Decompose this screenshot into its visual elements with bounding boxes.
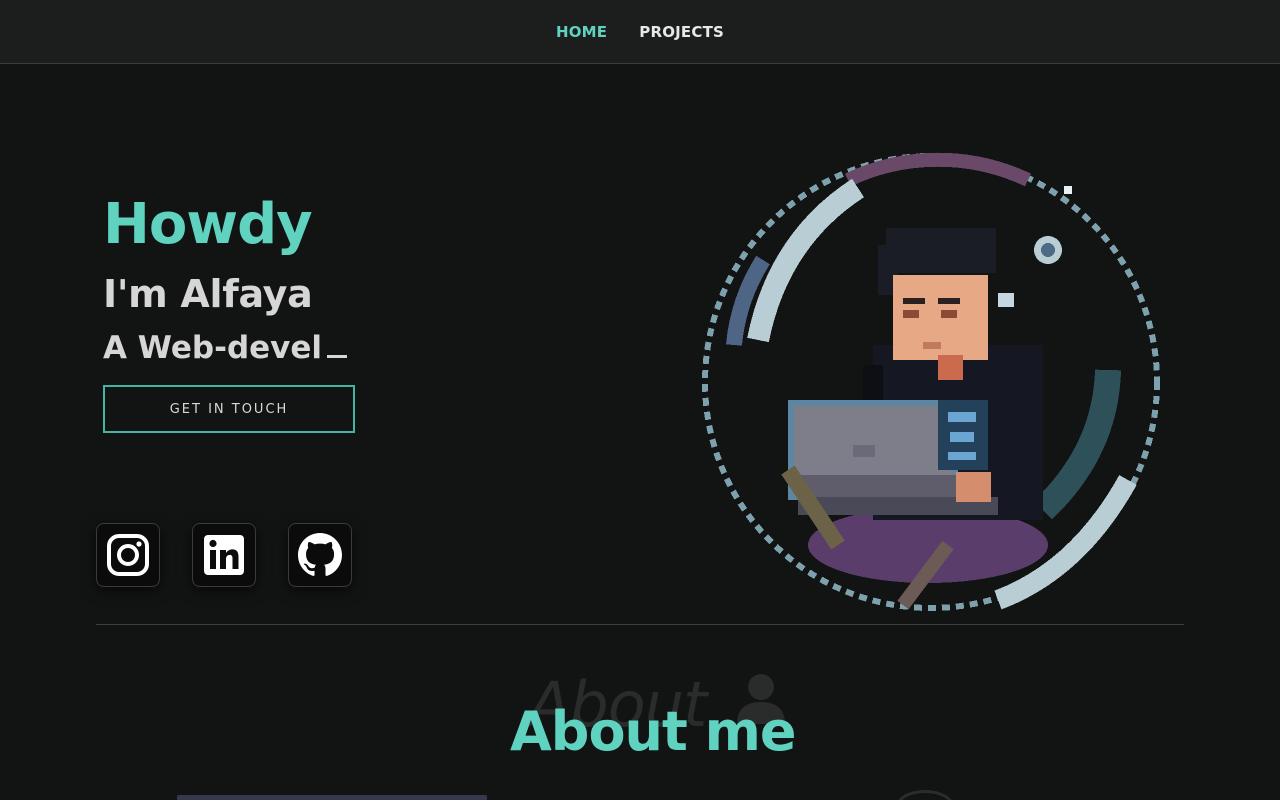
linkedin-link[interactable] xyxy=(192,523,256,587)
greeting-heading: Howdy xyxy=(103,192,313,257)
intro-name: I'm Alfaya xyxy=(103,272,313,316)
role-text: A Web-devel xyxy=(103,330,323,366)
section-divider xyxy=(96,624,1184,625)
nav-projects-link[interactable]: PROJECTS xyxy=(639,23,724,41)
github-icon xyxy=(298,533,342,576)
role-typewriter: A Web-devel xyxy=(103,330,348,366)
about-heading: About me xyxy=(510,700,796,763)
instagram-link[interactable] xyxy=(96,523,160,587)
top-navigation: HOME PROJECTS xyxy=(0,0,1280,64)
avatar-illustration xyxy=(698,150,1166,618)
github-link[interactable] xyxy=(288,523,352,587)
about-decoration xyxy=(897,790,953,800)
get-in-touch-button[interactable]: GET IN TOUCH xyxy=(103,385,355,433)
about-card xyxy=(177,795,487,800)
instagram-icon xyxy=(107,534,149,576)
pixel-avatar-image xyxy=(702,152,1160,611)
hero-intro: Howdy I'm Alfaya A Web-devel xyxy=(103,190,348,366)
typing-cursor xyxy=(327,355,348,358)
nav-home-link[interactable]: HOME xyxy=(556,23,607,41)
linkedin-icon xyxy=(204,535,244,575)
